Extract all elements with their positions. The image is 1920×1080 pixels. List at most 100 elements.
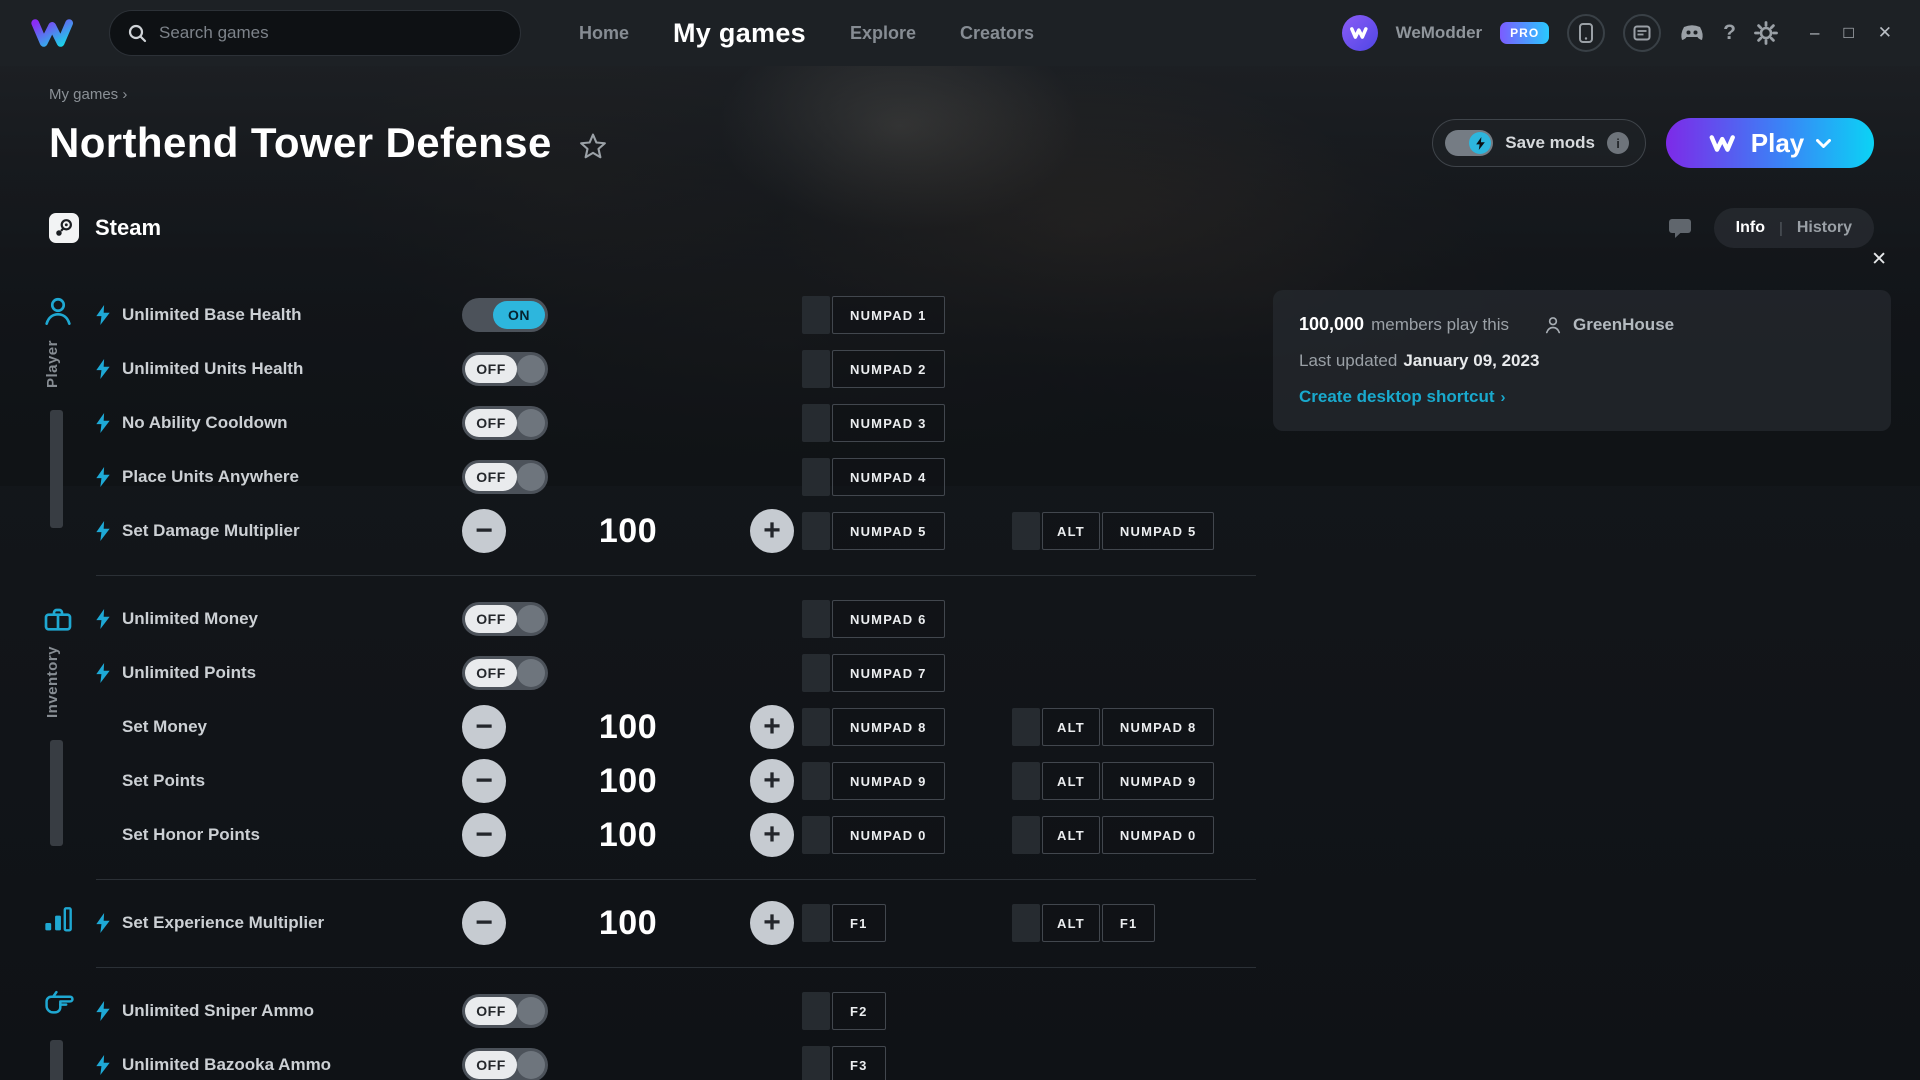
tab-info[interactable]: Info: [1736, 219, 1765, 237]
mod-toggle[interactable]: ON: [462, 298, 548, 332]
rail-scroll-indicator[interactable]: [50, 740, 63, 846]
hotkey-keycap[interactable]: NUMPAD 5: [832, 512, 945, 550]
search-input[interactable]: Search games: [109, 10, 521, 56]
play-button[interactable]: Play: [1666, 118, 1874, 168]
tab-history[interactable]: History: [1797, 219, 1852, 237]
save-mods-switch[interactable]: [1445, 130, 1493, 156]
hotkey-keycap[interactable]: F1: [832, 904, 886, 942]
nav-explore[interactable]: Explore: [850, 23, 916, 44]
hotkey-keycap[interactable]: NUMPAD 1: [832, 296, 945, 334]
mod-toggle[interactable]: OFF: [462, 352, 548, 386]
hotkey-keycap[interactable]: NUMPAD 7: [832, 654, 945, 692]
hotkey-edit-square[interactable]: [1012, 512, 1040, 550]
hotkey-keycap[interactable]: F2: [832, 992, 886, 1030]
increment-button[interactable]: +: [750, 813, 794, 857]
stats-section-icon[interactable]: [42, 904, 74, 934]
inventory-section-icon[interactable]: [42, 604, 74, 636]
cheats-card-icon[interactable]: [1623, 14, 1661, 52]
discord-icon[interactable]: [1679, 23, 1705, 43]
hotkey-modifier[interactable]: ALT: [1042, 512, 1100, 550]
weapons-hand-icon[interactable]: [42, 984, 76, 1016]
nav-home[interactable]: Home: [579, 23, 629, 44]
hotkey-edit-square[interactable]: [802, 600, 830, 638]
pro-badge[interactable]: PRO: [1500, 22, 1549, 44]
info-icon[interactable]: i: [1607, 132, 1629, 154]
mod-toggle[interactable]: OFF: [462, 994, 548, 1028]
mod-toggle[interactable]: OFF: [462, 1048, 548, 1080]
hotkey-keycap[interactable]: NUMPAD 9: [832, 762, 945, 800]
create-shortcut-link[interactable]: Create desktop shortcut›: [1299, 387, 1865, 407]
mod-toggle[interactable]: OFF: [462, 460, 548, 494]
favorite-star-icon[interactable]: [578, 132, 608, 161]
increment-button[interactable]: +: [750, 509, 794, 553]
hotkey-edit-square[interactable]: [802, 458, 830, 496]
decrement-button[interactable]: −: [462, 901, 506, 945]
members-text: members play this: [1371, 315, 1509, 335]
hotkey-keycap[interactable]: NUMPAD 5: [1102, 512, 1215, 550]
hotkey-keycap[interactable]: NUMPAD 0: [832, 816, 945, 854]
hotkey-keycap[interactable]: NUMPAD 0: [1102, 816, 1215, 854]
bolt-icon: [96, 521, 122, 541]
hotkey-edit-square[interactable]: [802, 404, 830, 442]
hotkey-edit-square[interactable]: [802, 904, 830, 942]
decrement-button[interactable]: −: [462, 813, 506, 857]
hotkey-keycap[interactable]: NUMPAD 8: [832, 708, 945, 746]
breadcrumb[interactable]: My games ›: [49, 86, 127, 103]
hotkey-keycap[interactable]: NUMPAD 3: [832, 404, 945, 442]
save-mods-toggle[interactable]: Save mods i: [1432, 119, 1646, 167]
hotkey-modifier[interactable]: ALT: [1042, 904, 1100, 942]
nav-my-games[interactable]: My games: [673, 18, 806, 49]
nav-creators[interactable]: Creators: [960, 23, 1034, 44]
hotkey-keycap[interactable]: NUMPAD 4: [832, 458, 945, 496]
hotkey-edit-square[interactable]: [802, 992, 830, 1030]
hotkey-keycap[interactable]: NUMPAD 8: [1102, 708, 1215, 746]
hotkey-keycap[interactable]: NUMPAD 2: [832, 350, 945, 388]
maximize-button[interactable]: □: [1843, 23, 1853, 43]
hotkey-edit-square[interactable]: [802, 512, 830, 550]
mod-label: Unlimited Sniper Ammo: [122, 1001, 462, 1021]
hotkey-edit-square[interactable]: [802, 708, 830, 746]
breadcrumb-chevron-icon: ›: [122, 86, 127, 103]
rail-scroll-indicator[interactable]: [50, 1040, 63, 1080]
close-button[interactable]: ✕: [1878, 23, 1892, 43]
mod-toggle[interactable]: OFF: [462, 602, 548, 636]
decrement-button[interactable]: −: [462, 509, 506, 553]
hotkey-edit-square[interactable]: [1012, 904, 1040, 942]
hotkey-edit-square[interactable]: [1012, 708, 1040, 746]
rail-scroll-indicator[interactable]: [50, 410, 63, 528]
chat-icon[interactable]: [1668, 217, 1692, 239]
hotkey-keycap[interactable]: NUMPAD 6: [832, 600, 945, 638]
hotkey-keycap[interactable]: F1: [1102, 904, 1156, 942]
hotkey-keycap[interactable]: NUMPAD 9: [1102, 762, 1215, 800]
user-avatar[interactable]: [1342, 15, 1378, 51]
hotkey-edit-square[interactable]: [802, 762, 830, 800]
hotkey-modifier[interactable]: ALT: [1042, 816, 1100, 854]
hotkey-modifier[interactable]: ALT: [1042, 762, 1100, 800]
increment-button[interactable]: +: [750, 759, 794, 803]
wemod-logo-icon[interactable]: [31, 16, 79, 50]
hotkey-edit-square[interactable]: [802, 1046, 830, 1080]
card-close-icon[interactable]: ✕: [1871, 248, 1887, 271]
decrement-button[interactable]: −: [462, 759, 506, 803]
increment-button[interactable]: +: [750, 705, 794, 749]
creator[interactable]: GreenHouse: [1543, 315, 1674, 335]
minimize-button[interactable]: –: [1810, 23, 1819, 43]
hotkey-edit-square[interactable]: [802, 296, 830, 334]
help-icon[interactable]: ?: [1723, 21, 1736, 45]
hotkey-edit-square[interactable]: [1012, 816, 1040, 854]
mod-row: Unlimited Money OFF NUMPAD 6: [96, 592, 1256, 646]
hotkey-modifier[interactable]: ALT: [1042, 708, 1100, 746]
hotkey-edit-square[interactable]: [802, 654, 830, 692]
increment-button[interactable]: +: [750, 901, 794, 945]
decrement-button[interactable]: −: [462, 705, 506, 749]
username[interactable]: WeModder: [1396, 23, 1483, 43]
hotkey-edit-square[interactable]: [1012, 762, 1040, 800]
hotkey-edit-square[interactable]: [802, 816, 830, 854]
remote-phone-icon[interactable]: [1567, 14, 1605, 52]
mod-toggle[interactable]: OFF: [462, 656, 548, 690]
hotkey-keycap[interactable]: F3: [832, 1046, 886, 1080]
mod-toggle[interactable]: OFF: [462, 406, 548, 440]
settings-gear-icon[interactable]: [1754, 21, 1778, 45]
player-section-icon[interactable]: [42, 295, 74, 327]
hotkey-edit-square[interactable]: [802, 350, 830, 388]
